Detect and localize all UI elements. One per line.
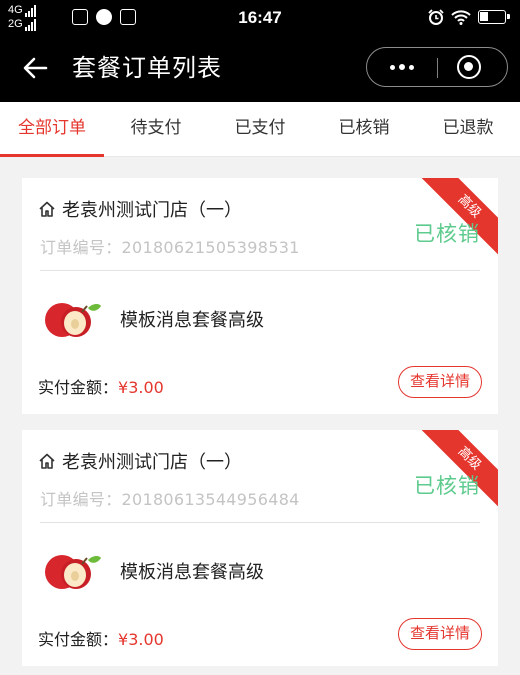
- page-title: 套餐订单列表: [72, 54, 222, 82]
- paid-amount-label: 实付金额：: [38, 630, 119, 649]
- apple-product-image: [45, 555, 101, 589]
- card-divider: [40, 270, 480, 271]
- paid-amount-value: ¥3.00: [118, 378, 164, 397]
- tab-all-orders[interactable]: 全部订单: [0, 102, 104, 157]
- tab-refunded[interactable]: 已退款: [416, 102, 520, 156]
- tab-paid[interactable]: 已支付: [208, 102, 312, 156]
- store-name-row: 老袁州测试门店（一）: [38, 196, 242, 222]
- top-bar: 4G 2G 16:47 套餐订单列表: [0, 0, 520, 102]
- navigation-bar: 套餐订单列表: [0, 36, 520, 102]
- card-divider: [40, 522, 480, 523]
- store-home-icon: [39, 453, 55, 469]
- view-details-button[interactable]: 查看详情: [398, 366, 482, 398]
- close-mini-program-icon[interactable]: [457, 55, 481, 79]
- system-icons: [428, 9, 510, 25]
- order-number: 订单编号：20180613544956484: [40, 490, 300, 509]
- status-bar: 4G 2G 16:47: [0, 0, 520, 36]
- order-status: 已核销: [414, 474, 480, 498]
- wifi-icon: [451, 10, 471, 25]
- package-item-name: 模板消息套餐高级: [120, 310, 264, 331]
- order-card[interactable]: 高级 老袁州测试门店（一） 订单编号：20180621505398531 已核销…: [22, 178, 498, 414]
- more-options-button[interactable]: [367, 48, 437, 86]
- battery-icon: [478, 10, 510, 24]
- store-home-icon: [39, 201, 55, 217]
- order-number: 订单编号：20180621505398531: [40, 238, 300, 257]
- order-status-tabs: 全部订单 待支付 已支付 已核销 已退款: [0, 102, 520, 157]
- tab-redeemed[interactable]: 已核销: [312, 102, 416, 156]
- paid-amount-label: 实付金额：: [38, 378, 119, 397]
- order-card[interactable]: 高级 老袁州测试门店（一） 订单编号：20180613544956484 已核销…: [22, 430, 498, 666]
- apple-product-image: [45, 303, 101, 337]
- back-arrow-icon[interactable]: [20, 53, 50, 83]
- capsule-divider: [437, 58, 438, 78]
- alarm-icon: [428, 9, 444, 25]
- package-item-name: 模板消息套餐高级: [120, 562, 264, 583]
- paid-amount-row: 实付金额：¥3.00: [38, 626, 164, 650]
- tab-pending-payment[interactable]: 待支付: [104, 102, 208, 156]
- order-status: 已核销: [414, 222, 480, 246]
- paid-amount-value: ¥3.00: [118, 630, 164, 649]
- store-name-row: 老袁州测试门店（一）: [38, 448, 242, 474]
- store-name: 老袁州测试门店（一）: [62, 452, 242, 473]
- paid-amount-row: 实付金额：¥3.00: [38, 374, 164, 398]
- mini-program-capsule: [366, 47, 508, 87]
- store-name: 老袁州测试门店（一）: [62, 200, 242, 221]
- view-details-button[interactable]: 查看详情: [398, 618, 482, 650]
